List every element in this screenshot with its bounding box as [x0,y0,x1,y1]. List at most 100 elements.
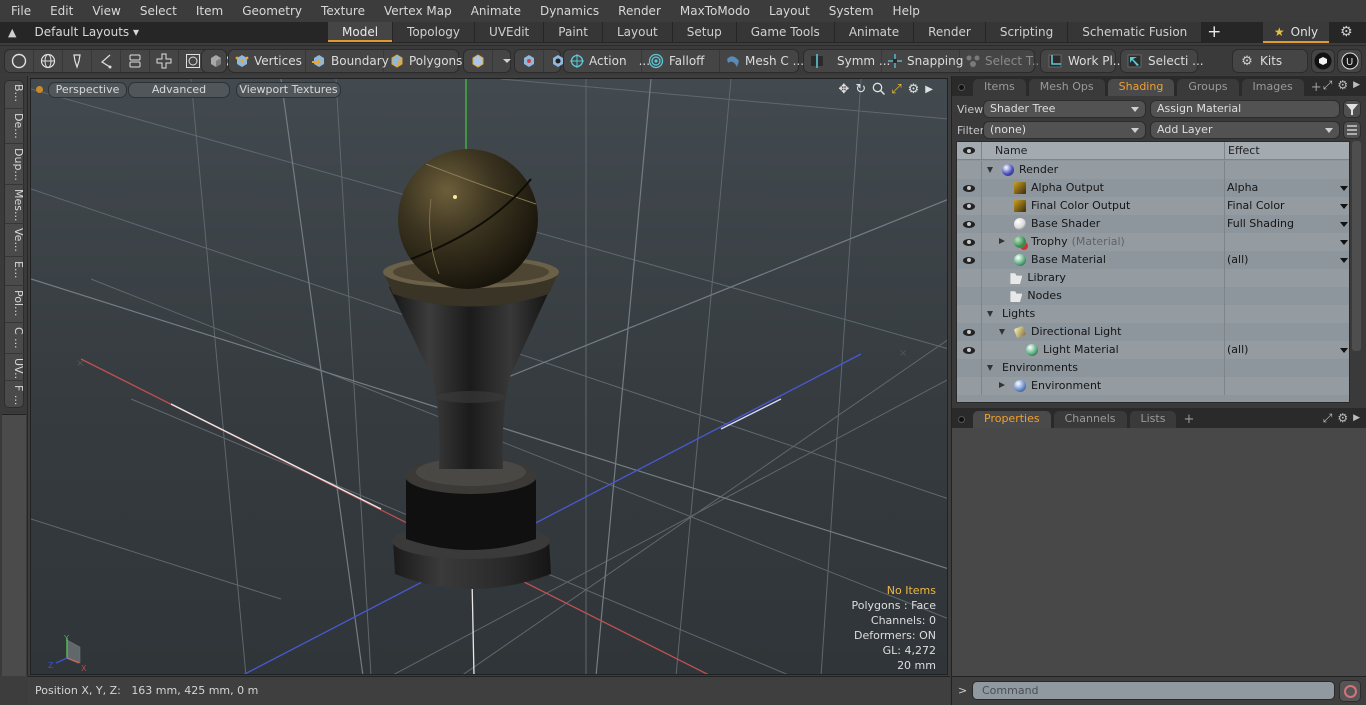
visibility-toggle[interactable] [957,305,982,323]
tab-properties[interactable]: Properties [973,411,1051,428]
shader-tree-row[interactable]: Library [957,269,1349,287]
shader-tree-row[interactable]: Final Color Output Final Color [957,197,1349,215]
menu-view[interactable]: View [81,0,128,22]
expand-right-icon[interactable] [999,238,1005,244]
perspective-button[interactable]: Perspective [48,82,127,98]
layout-tab-uvedit[interactable]: UVEdit [475,22,544,42]
record-macro-button[interactable] [1339,680,1361,702]
layout-tab-layout[interactable]: Layout [602,22,672,42]
visibility-toggle[interactable] [957,377,982,395]
shader-tree-row[interactable]: Base Shader Full Shading [957,215,1349,233]
gear-icon[interactable]: ⚙ [908,82,920,99]
pen-button[interactable] [63,50,92,72]
only-filter-button[interactable]: ★ Only [1263,22,1329,43]
panel-menu-dot[interactable] [958,416,965,423]
shader-tree-row[interactable]: Environment [957,377,1349,395]
tab-images[interactable]: Images [1241,79,1304,96]
filter-funnel-button[interactable] [1343,100,1361,118]
visibility-toggle[interactable] [957,341,982,359]
effect-cell[interactable]: Alpha [1225,179,1349,197]
globe-button[interactable] [34,50,63,72]
effect-column-header[interactable]: Effect [1225,142,1349,159]
effect-cell[interactable]: (all) [1225,251,1349,269]
shader-tree-row[interactable]: Trophy (Material) [957,233,1349,251]
visibility-toggle[interactable] [957,323,982,341]
visibility-toggle[interactable] [957,215,982,233]
visibility-toggle[interactable] [957,251,982,269]
select-through-button[interactable]: Select T... [960,50,1043,72]
effect-cell[interactable]: Final Color [1225,197,1349,215]
shader-tree-row[interactable]: Render [957,161,1349,179]
menu-animate[interactable]: Animate [460,0,529,22]
menu-system[interactable]: System [818,0,882,22]
viewport-menu-dot[interactable] [36,86,43,93]
kits-button[interactable]: ⚙ Kits [1233,50,1287,72]
layout-tab-render[interactable]: Render [914,22,985,42]
left-tool-tab[interactable]: E... [5,258,25,286]
effect-cell[interactable]: Full Shading [1225,215,1349,233]
scrollbar-thumb[interactable] [1352,141,1361,351]
uv-cross-button[interactable] [150,50,179,72]
layouts-selector[interactable]: ▲ Default Layouts ▾ [8,22,139,43]
visibility-toggle[interactable] [957,359,982,377]
expand-panel-icon[interactable]: ⤢ [1323,411,1333,426]
chevron-down-icon[interactable] [1340,240,1348,245]
unity-cube-icon[interactable] [1314,52,1332,70]
layout-tab-setup[interactable]: Setup [672,22,736,42]
chevron-down-icon[interactable] [1340,348,1348,353]
add-layout-tab-button[interactable]: + [1202,22,1226,43]
shader-tree-scrollbar[interactable] [1350,141,1362,403]
visibility-toggle[interactable] [957,197,982,215]
assign-material-button[interactable]: Assign Material [1150,100,1340,118]
maximize-icon[interactable]: ⤢ [891,82,901,99]
chevron-down-icon[interactable] [1340,258,1348,263]
pan-icon[interactable]: ✥ [838,82,849,99]
panel-menu-dot[interactable] [958,84,965,91]
layout-tab-animate[interactable]: Animate [834,22,914,42]
3d-viewport[interactable]: × × Y X Z Perspective Advanced Viewport … [30,78,948,675]
filter-dropdown[interactable]: (none) [983,121,1146,139]
menu-item[interactable]: Item [185,0,231,22]
left-tool-tab[interactable]: F ... [5,382,25,412]
menu-geometry[interactable]: Geometry [231,0,310,22]
view-dropdown[interactable]: Shader Tree [983,100,1146,118]
add-tab-button[interactable]: + [1179,411,1198,428]
left-tool-tab[interactable]: B... [5,81,25,109]
tab-groups[interactable]: Groups [1177,79,1239,96]
chevron-down-icon[interactable] [1340,186,1348,191]
symmetry-button[interactable]: Symm ... [804,50,890,72]
left-tool-tab[interactable]: Dup... [5,145,25,185]
selection-sets-button[interactable]: Selecti ... [1121,50,1209,72]
chevron-down-icon[interactable] [1340,222,1348,227]
menu-select[interactable]: Select [129,0,185,22]
tab-lists[interactable]: Lists [1129,411,1177,428]
left-tool-tab[interactable]: C ... [5,324,25,354]
visibility-column-header[interactable] [957,142,982,159]
left-tool-tab[interactable]: Ve... [5,225,25,257]
tab-mesh-ops[interactable]: Mesh Ops [1028,79,1105,96]
shader-tree-row[interactable]: Directional Light [957,323,1349,341]
tab-items[interactable]: Items [973,79,1026,96]
work-plane-button[interactable]: Work Pl... [1041,50,1129,72]
gear-icon[interactable]: ⚙ [1340,24,1353,40]
layout-tab-game-tools[interactable]: Game Tools [736,22,834,42]
align-button[interactable] [121,50,150,72]
zoom-icon[interactable] [872,82,886,99]
panel-arrow-icon[interactable]: ▶ [1353,78,1360,93]
name-column-header[interactable]: Name [982,142,1225,159]
layout-tab-model[interactable]: Model [328,22,393,42]
layout-tab-schematic-fusion[interactable]: Schematic Fusion [1068,22,1202,42]
default-layouts-dropdown[interactable]: Default Layouts ▾ [34,22,139,43]
circle-select-button[interactable] [5,50,34,72]
menu-render[interactable]: Render [607,0,669,22]
shader-tree-row[interactable]: Environments [957,359,1349,377]
expand-right-icon[interactable] [999,382,1005,388]
left-tool-tab[interactable]: De... [5,110,25,144]
item-mode-button[interactable] [202,50,230,72]
unreal-logo-icon[interactable]: U [1341,52,1359,70]
vertices-button[interactable]: Vertices [229,50,306,72]
menu-layout[interactable]: Layout [758,0,818,22]
menu-maxtomodo[interactable]: MaxToModo [669,0,758,22]
visibility-toggle[interactable] [957,233,982,251]
gear-icon[interactable]: ⚙ [1337,411,1348,426]
